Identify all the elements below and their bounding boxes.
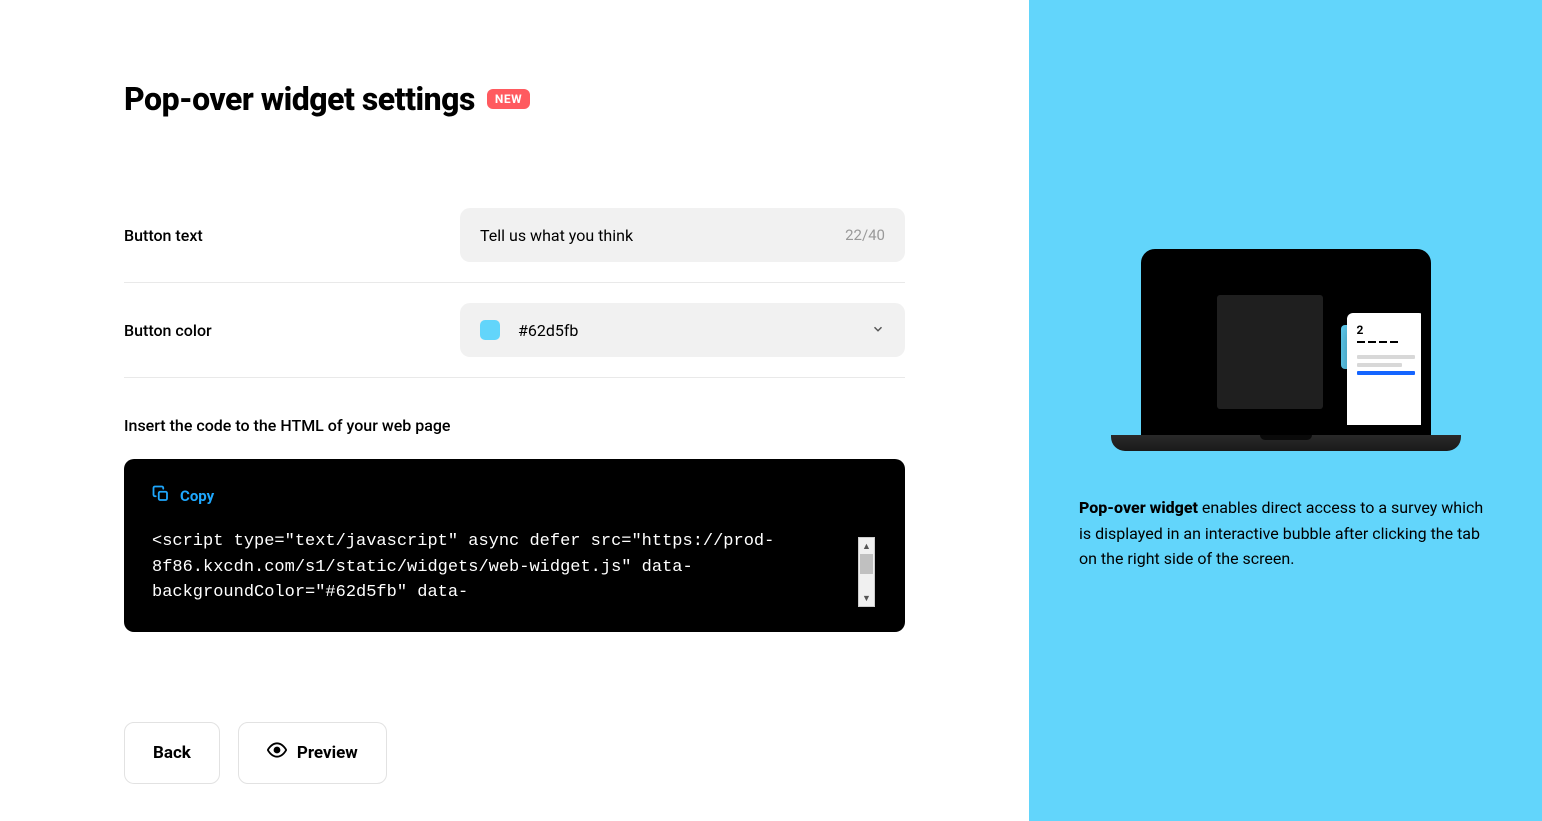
code-snippet[interactable]: <script type="text/javascript" async def…	[152, 529, 877, 606]
sidebar-description-bold: Pop-over widget	[1079, 498, 1198, 517]
copy-button[interactable]: Copy	[152, 485, 877, 507]
back-button[interactable]: Back	[124, 722, 220, 784]
preview-button[interactable]: Preview	[238, 722, 387, 784]
laptop-screen: 2	[1141, 249, 1431, 435]
screen-panel	[1217, 295, 1323, 409]
button-text-counter: 22/40	[845, 226, 885, 244]
code-block: Copy <script type="text/javascript" asyn…	[124, 459, 905, 632]
insert-code-label: Insert the code to the HTML of your web …	[124, 416, 905, 435]
button-text-row: Button text 22/40	[124, 188, 905, 283]
chevron-down-icon	[871, 321, 885, 340]
popup-number: 2	[1357, 323, 1415, 337]
sidebar-description: Pop-over widget enables direct access to…	[1079, 495, 1492, 572]
popup-dashes	[1357, 341, 1415, 343]
actions-row: Back Preview	[124, 722, 905, 784]
page-title: Pop-over widget settings	[124, 80, 475, 118]
laptop-illustration: 2	[1111, 249, 1461, 451]
button-text-input[interactable]	[480, 226, 845, 245]
code-scrollbar[interactable]: ▲ ▼	[858, 537, 875, 607]
scrollbar-thumb[interactable]	[860, 554, 873, 574]
scrollbar-track[interactable]	[859, 554, 874, 590]
button-color-swatch	[480, 320, 500, 340]
back-button-label: Back	[153, 743, 191, 763]
scrollbar-up-arrow-icon[interactable]: ▲	[859, 538, 874, 554]
button-color-label: Button color	[124, 321, 460, 340]
new-badge: NEW	[487, 89, 530, 109]
button-color-value: #62d5fb	[518, 321, 871, 340]
popover-bubble-illustration: 2	[1347, 313, 1425, 435]
popup-line	[1357, 363, 1402, 367]
laptop-base	[1111, 435, 1461, 451]
popup-line-accent	[1357, 371, 1415, 375]
popup-line	[1357, 355, 1415, 359]
info-sidebar: 2 Pop-over widget enables direct access …	[1029, 0, 1542, 821]
copy-label: Copy	[180, 487, 214, 505]
button-text-input-wrap[interactable]: 22/40	[460, 208, 905, 262]
button-color-select[interactable]: #62d5fb	[460, 303, 905, 357]
eye-icon	[267, 740, 287, 765]
preview-button-label: Preview	[297, 743, 358, 763]
button-text-label: Button text	[124, 226, 460, 245]
scrollbar-down-arrow-icon[interactable]: ▼	[859, 590, 874, 606]
settings-panel: Pop-over widget settings NEW Button text…	[0, 0, 1029, 821]
copy-icon	[152, 485, 170, 507]
title-row: Pop-over widget settings NEW	[124, 80, 905, 118]
button-color-row: Button color #62d5fb	[124, 283, 905, 378]
